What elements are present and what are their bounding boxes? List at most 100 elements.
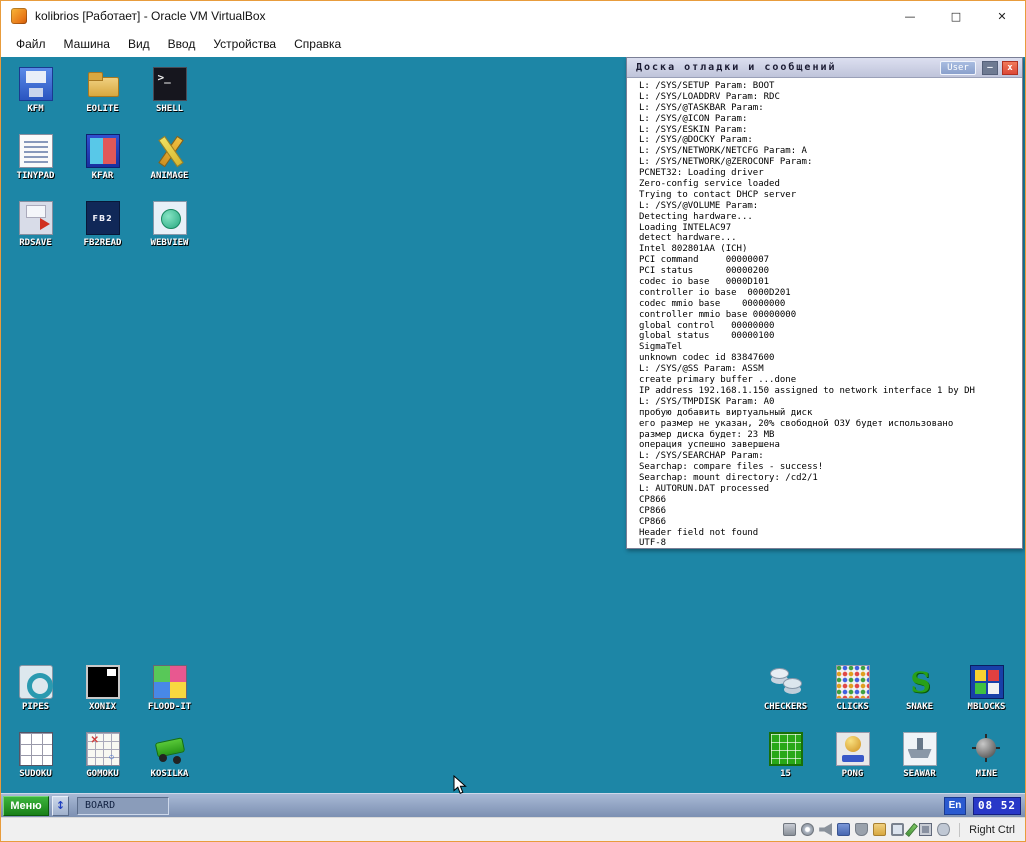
console-line: L: AUTORUN.DAT processed	[639, 484, 1018, 495]
console-line: CP866	[639, 517, 1018, 528]
start-menu-button[interactable]: Меню	[3, 796, 49, 816]
desktop-icon-kfm[interactable]: KFM	[2, 65, 69, 132]
console-line: L: /SYS/SETUP Param: BOOT	[639, 81, 1018, 92]
icon-label: SNAKE	[906, 702, 933, 712]
user-button[interactable]: User	[940, 61, 976, 75]
desktop-icon-xonix[interactable]: XONIX	[69, 663, 136, 730]
lawnmower-icon	[153, 732, 187, 766]
icon-label: FLOOD-IT	[148, 702, 191, 712]
console-line: controller mmio base 00000000	[639, 310, 1018, 321]
icon-label: CHECKERS	[764, 702, 807, 712]
close-button[interactable]: ✕	[979, 1, 1025, 31]
desktop-icon-pipes[interactable]: PIPES	[2, 663, 69, 730]
console-line: controller io base 0000D201	[639, 288, 1018, 299]
icon-label: WEBVIEW	[151, 238, 189, 248]
console-line: Zero-config service loaded	[639, 179, 1018, 190]
icon-label: MBLOCKS	[968, 702, 1006, 712]
desktop-icon-seawar[interactable]: SEAWAR	[886, 730, 953, 797]
host-key-label: Right Ctrl	[969, 824, 1015, 836]
desktop-icon-kosilka[interactable]: KOSILKA	[136, 730, 203, 797]
kfm-icon	[19, 67, 53, 101]
console-line: операция успешно завершена	[639, 440, 1018, 451]
desktop-icon-flood-it[interactable]: FLOOD-IT	[136, 663, 203, 730]
desktop-icon-mine[interactable]: MINE	[953, 730, 1020, 797]
shared-folders-icon[interactable]	[873, 823, 886, 836]
mouse-cursor	[453, 775, 467, 800]
usb-icon[interactable]	[855, 823, 868, 836]
taskbar-clock[interactable]: 08 52	[973, 797, 1021, 815]
desktop-icon-pong[interactable]: PONG	[819, 730, 886, 797]
network-icon[interactable]	[837, 823, 850, 836]
video-capture-icon[interactable]	[905, 823, 918, 837]
desktop-icon-shell[interactable]: SHELL	[136, 65, 203, 132]
desktop-icon-tinypad[interactable]: TINYPAD	[2, 132, 69, 199]
desktop-icons-bottom-right: CHECKERS CLICKS SNAKE MBLOCKS 15 PONG	[752, 663, 1020, 797]
console-line: L: /SYS/ESKIN Param:	[639, 125, 1018, 136]
desktop-icon-animage[interactable]: ANIMAGE	[136, 132, 203, 199]
desktop-icon-snake[interactable]: SNAKE	[886, 663, 953, 730]
checkers-pieces-icon	[769, 665, 803, 699]
console-line: PCI command 00000007	[639, 255, 1018, 266]
desktop[interactable]: KFM EOLITE SHELL TINYPAD KFAR ANIMAGE	[1, 57, 1025, 817]
desktop-icons-bottom-left: PIPES XONIX FLOOD-IT SUDOKU GOMOKU KOSIL…	[2, 663, 203, 797]
desktop-icon-mblocks[interactable]: MBLOCKS	[953, 663, 1020, 730]
icon-label: SUDOKU	[19, 769, 52, 779]
features-icon[interactable]	[919, 823, 932, 836]
console-line: CP866	[639, 506, 1018, 517]
console-line: detect hardware...	[639, 233, 1018, 244]
console-line: global status 00000100	[639, 331, 1018, 342]
desktop-icon-kfar[interactable]: KFAR	[69, 132, 136, 199]
taskbar-updown-button[interactable]: ↕	[52, 796, 69, 816]
console-line: Detecting hardware...	[639, 212, 1018, 223]
mouse-integration-icon[interactable]	[937, 823, 950, 836]
console-line: Loading INTELAC97	[639, 223, 1018, 234]
desktop-icon-fb2read[interactable]: FB2READ	[69, 199, 136, 266]
desktop-icon-webview[interactable]: WEBVIEW	[136, 199, 203, 266]
optical-drives-icon[interactable]	[801, 823, 814, 836]
menu-help[interactable]: Справка	[285, 33, 350, 55]
menu-machine[interactable]: Машина	[55, 33, 119, 55]
icon-label: SEAWAR	[903, 769, 936, 779]
debug-close-button[interactable]: x	[1002, 61, 1018, 75]
hard-disks-icon[interactable]	[783, 823, 796, 836]
menu-bar: Файл Машина Вид Ввод Устройства Справка	[1, 31, 1025, 57]
menu-devices[interactable]: Устройства	[204, 33, 285, 55]
menu-input[interactable]: Ввод	[159, 33, 205, 55]
icon-label: TINYPAD	[17, 171, 55, 181]
display-icon[interactable]	[891, 823, 904, 836]
desktop-icon-rdsave[interactable]: RDSAVE	[2, 199, 69, 266]
terminal-icon	[153, 67, 187, 101]
desktop-icon-eolite[interactable]: EOLITE	[69, 65, 136, 132]
console-line: Searchap: compare files - success!	[639, 462, 1018, 473]
audio-icon[interactable]	[819, 823, 832, 836]
desktop-icon-checkers[interactable]: CHECKERS	[752, 663, 819, 730]
window-title: kolibrios [Работает] - Oracle VM Virtual…	[35, 9, 266, 23]
console-line: Intel 802801AA (ICH)	[639, 244, 1018, 255]
menu-view[interactable]: Вид	[119, 33, 159, 55]
pong-icon	[836, 732, 870, 766]
blocks-icon	[970, 665, 1004, 699]
taskbar-task-board[interactable]: BOARD	[77, 797, 169, 815]
debug-minimize-button[interactable]: –	[982, 61, 998, 75]
desktop-icon-sudoku[interactable]: SUDOKU	[2, 730, 69, 797]
desktop-icon-gomoku[interactable]: GOMOKU	[69, 730, 136, 797]
console-line: L: /SYS/NETWORK/NETCFG Param: A	[639, 146, 1018, 157]
console-line: L: /SYS/@VOLUME Param:	[639, 201, 1018, 212]
desktop-icon-15[interactable]: 15	[752, 730, 819, 797]
guest-taskbar: Меню ↕ BOARD En 08 52	[1, 793, 1025, 817]
minimize-button[interactable]: —	[887, 1, 933, 31]
debug-console: L: /SYS/SETUP Param: BOOT L: /SYS/LOADDR…	[639, 81, 1018, 546]
maximize-button[interactable]: □	[933, 1, 979, 31]
menu-file[interactable]: Файл	[7, 33, 55, 55]
icon-label: KFM	[27, 104, 43, 114]
console-line: CP866	[639, 495, 1018, 506]
icon-label: KFAR	[92, 171, 114, 181]
console-line: SigmaTel	[639, 342, 1018, 353]
debug-window-titlebar[interactable]: Доска отладки и сообщений User – x	[627, 58, 1022, 78]
file-manager-icon	[86, 134, 120, 168]
desktop-icon-clicks[interactable]: CLICKS	[819, 663, 886, 730]
console-line: UTF-8	[639, 538, 1018, 546]
language-indicator[interactable]: En	[944, 797, 966, 815]
console-line: L: /SYS/LOADDRV Param: RDC	[639, 92, 1018, 103]
save-disk-icon	[19, 201, 53, 235]
